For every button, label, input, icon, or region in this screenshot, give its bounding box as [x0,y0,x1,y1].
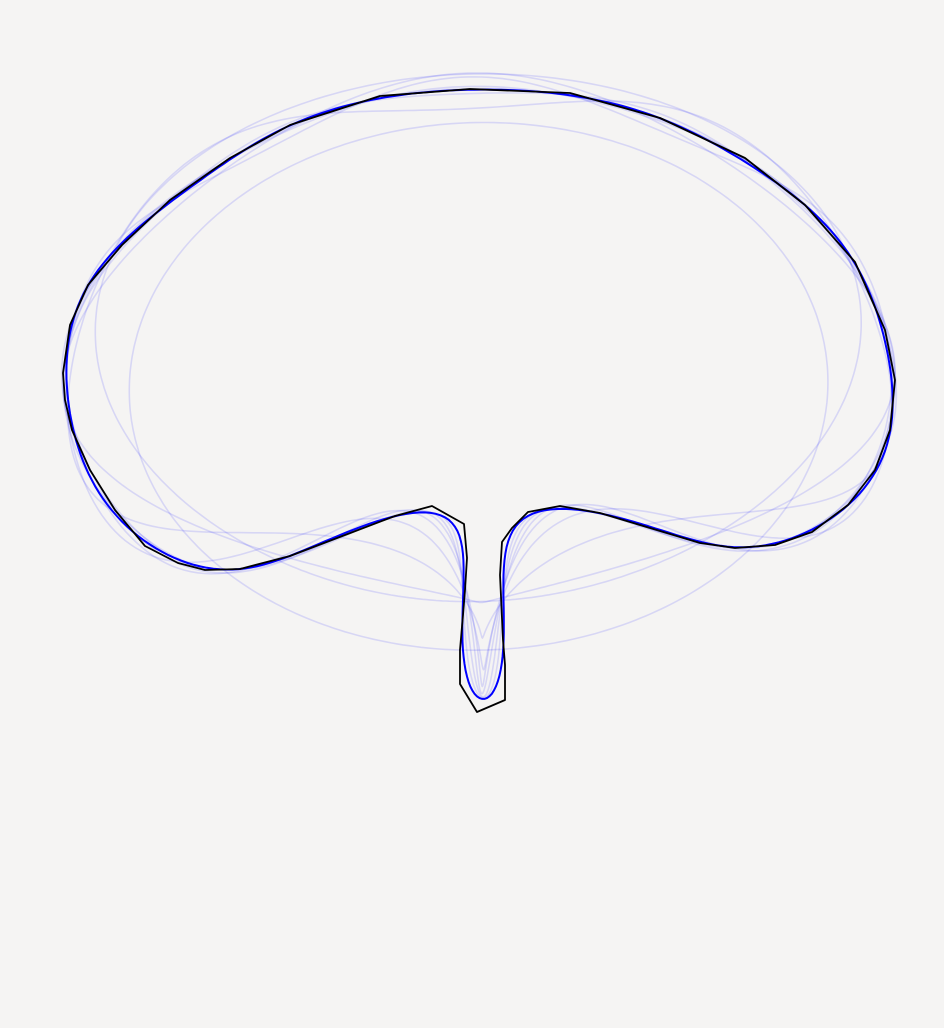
approximation-curves [60,72,898,700]
target-shape-outline [62,88,896,713]
approximation-curve-level-3 [62,72,896,604]
approximation-curve-level-6 [65,92,894,688]
shape-drawing [60,72,898,713]
drawing-canvas [0,0,944,1028]
approximation-curve-level-10 [65,88,894,700]
approximation-curve-level-5 [65,76,894,671]
approximation-curve-level-4 [66,100,894,640]
